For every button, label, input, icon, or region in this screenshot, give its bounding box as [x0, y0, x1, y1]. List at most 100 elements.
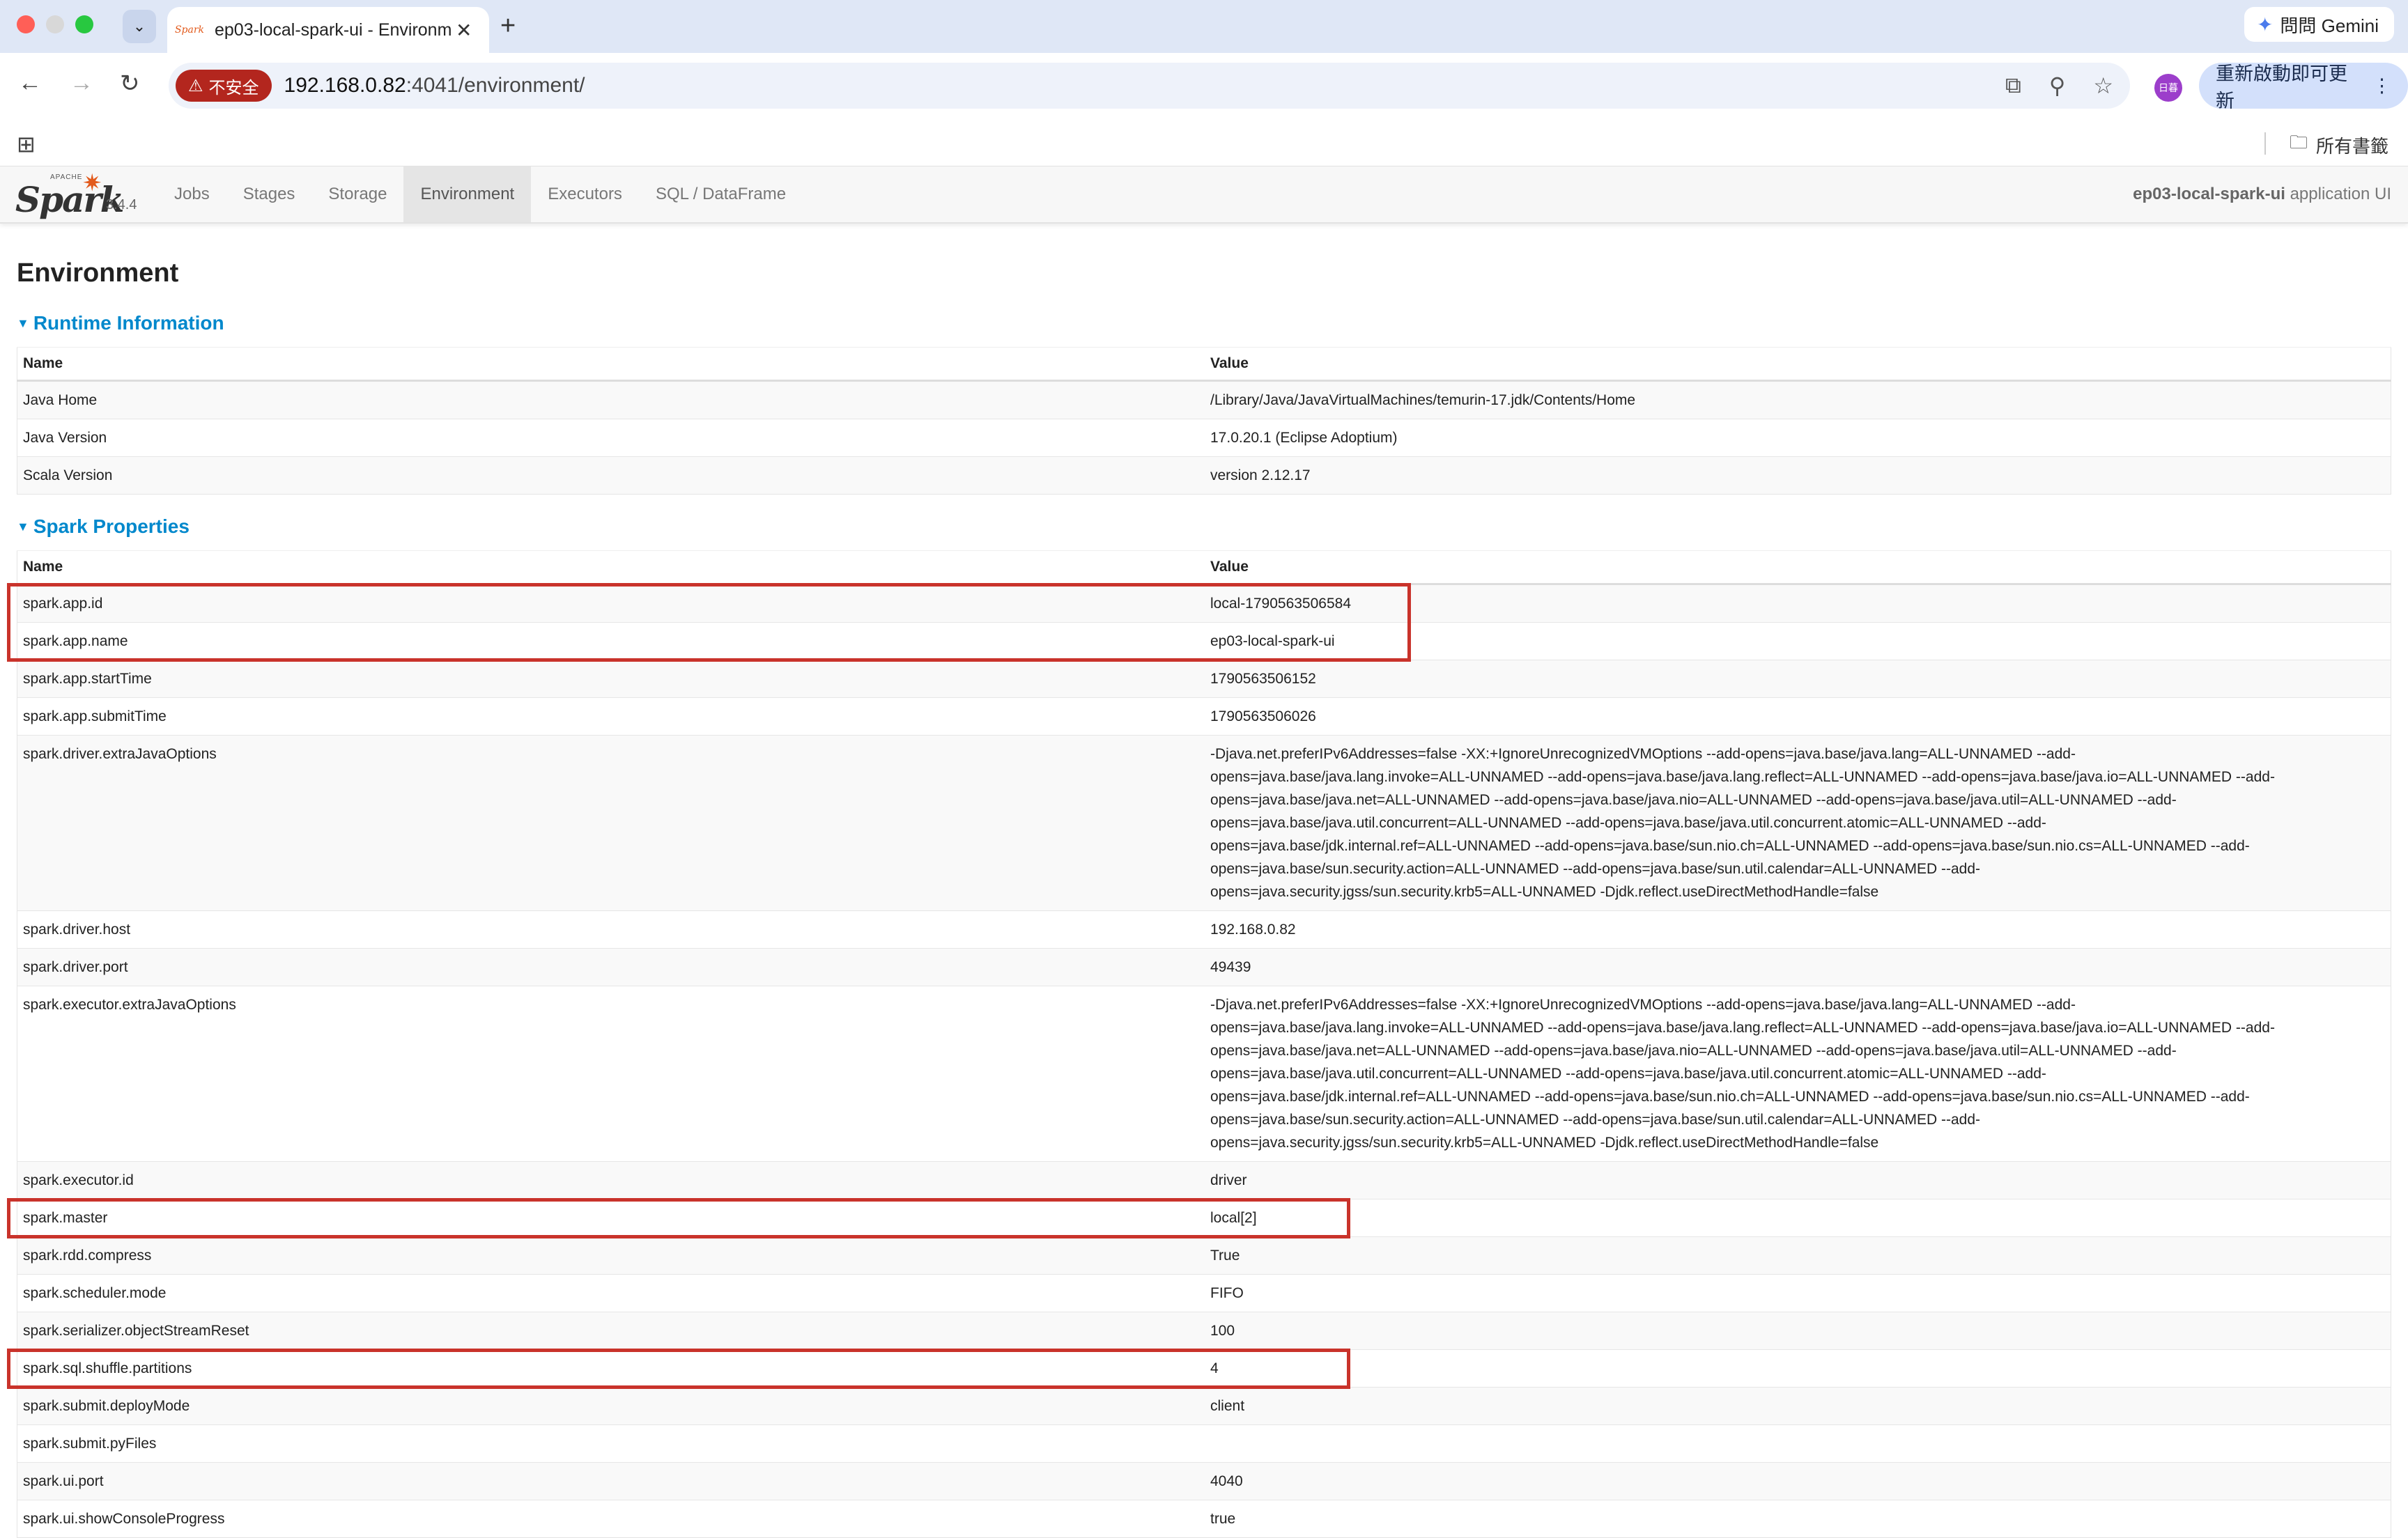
property-name: Java Version: [17, 419, 1205, 457]
property-value: FIFO: [1205, 1274, 2391, 1312]
property-value-line: opens=java.base/java.net=ALL-UNNAMED --a…: [1210, 1043, 2177, 1059]
property-value: 4: [1205, 1349, 2391, 1388]
value-column-header[interactable]: Value: [1205, 550, 2391, 585]
chevron-down-icon: ⌄: [132, 17, 146, 35]
omnibox-actions: ⧉ ⚲ ☆: [2005, 72, 2113, 99]
property-value-line: opens=java.base/java.lang.invoke=ALL-UNN…: [1210, 769, 2275, 785]
nav-tab-executors[interactable]: Executors: [531, 166, 639, 222]
update-label: 重新啟動即可更新: [2216, 63, 2347, 111]
gemini-button[interactable]: ✦ 問問 Gemini: [2244, 7, 2394, 42]
property-value-line: opens=java.base/sun.security.action=ALL-…: [1210, 861, 1980, 877]
translate-icon[interactable]: ⧉: [2005, 72, 2021, 99]
value-column-header[interactable]: Value: [1205, 347, 2391, 382]
property-name: spark.driver.port: [17, 948, 1205, 986]
new-tab-button[interactable]: +: [500, 11, 516, 41]
table-row: Java Version 17.0.20.1 (Eclipse Adoptium): [17, 419, 2391, 457]
tab-search-button[interactable]: ⌄: [123, 10, 156, 43]
property-value: true: [1205, 1500, 2391, 1538]
spark-navbar: APACHE Spark ✷ 3.4.4 Jobs Stages Storage En…: [0, 166, 2408, 224]
runtime-info-rows: Java Home/Library/Java/JavaVirtualMachin…: [17, 380, 2391, 495]
url-bar[interactable]: ⚠ 不安全 192.168.0.82:4041/environment/ ⧉ ⚲…: [169, 63, 2130, 109]
nav-tab-sql-dataframe[interactable]: SQL / DataFrame: [639, 166, 803, 222]
table-row: spark.executor.id driver: [17, 1161, 2391, 1199]
address-bar-row: ← → ↻ ⚠ 不安全 192.168.0.82:4041/environmen…: [0, 53, 2408, 118]
spark-properties-toggle[interactable]: ▼ Spark Properties: [17, 515, 2391, 538]
property-value: local[2]: [1205, 1199, 2391, 1237]
close-icon[interactable]: ✕: [456, 19, 472, 42]
reload-icon[interactable]: ↻: [120, 70, 140, 98]
property-name: spark.rdd.compress: [17, 1236, 1205, 1275]
name-column-header[interactable]: Name: [17, 550, 1205, 585]
url-text[interactable]: 192.168.0.82:4041/environment/: [284, 74, 585, 98]
runtime-info-toggle[interactable]: ▼ Runtime Information: [17, 312, 2391, 334]
highlight-box: [7, 1197, 1350, 1238]
nav-tab-stages[interactable]: Stages: [226, 166, 312, 222]
highlight-box: [7, 582, 1411, 662]
table-row: spark.scheduler.mode FIFO: [17, 1274, 2391, 1312]
caret-down-icon: ▼: [17, 316, 29, 330]
tab-title: ep03-local-spark-ui - Environment: [215, 20, 452, 40]
bookmark-star-icon[interactable]: ☆: [2093, 72, 2113, 99]
update-button[interactable]: 重新啟動即可更新 ⋮: [2199, 63, 2408, 111]
property-value: 192.168.0.82: [1205, 910, 2391, 949]
property-value-line: opens=java.base/sun.security.action=ALL-…: [1210, 1112, 1980, 1128]
table-header-row: Name Value: [17, 347, 2391, 382]
table-row: spark.ui.showConsoleProgress true: [17, 1500, 2391, 1538]
zoom-icon[interactable]: ⚲: [2049, 72, 2065, 99]
nav-tab-jobs[interactable]: Jobs: [157, 166, 226, 222]
table-row: spark.serializer.objectStreamReset 100: [17, 1312, 2391, 1350]
spark-favicon-icon: Spark: [174, 24, 205, 36]
table-row: spark.driver.extraJavaOptions -Djava.net.…: [17, 735, 2391, 911]
back-icon[interactable]: ←: [18, 70, 42, 97]
insecure-label: 不安全: [208, 78, 259, 98]
insecure-badge[interactable]: ⚠ 不安全: [176, 70, 272, 102]
close-window-button[interactable]: [17, 15, 35, 33]
spark-star-icon: ✷: [82, 170, 102, 196]
bookmarks-bar: ⊞ 🗀 所有書籤: [0, 118, 2408, 166]
all-bookmarks-button[interactable]: 🗀 所有書籤: [2290, 130, 2388, 160]
property-value: True: [1205, 1236, 2391, 1275]
spark-logo[interactable]: APACHE Spark ✷: [15, 169, 124, 221]
main-content: Environment ▼ Runtime Information Name V…: [0, 258, 2408, 1538]
table-header-row: Name Value: [17, 550, 2391, 585]
spark-properties-rows: spark.app.id local-1790563506584 spark.app…: [17, 584, 2391, 1538]
all-bookmarks-label: 所有書籤: [2315, 135, 2388, 157]
more-vertical-icon: ⋮: [2372, 75, 2391, 96]
property-value: 49439: [1205, 948, 2391, 986]
property-value: /Library/Java/JavaVirtualMachines/temuri…: [1205, 380, 2391, 419]
property-name: Scala Version: [17, 456, 1205, 495]
apps-grid-icon[interactable]: ⊞: [17, 131, 36, 157]
property-value: -Djava.net.preferIPv6Addresses=false -XX…: [1205, 986, 2391, 1162]
table-row: Scala Version version 2.12.17: [17, 456, 2391, 495]
nav-tab-storage[interactable]: Storage: [311, 166, 403, 222]
property-value: 1790563506152: [1205, 660, 2391, 698]
property-value-line: opens=java.base/java.lang.invoke=ALL-UNN…: [1210, 1020, 2275, 1036]
property-name: spark.submit.pyFiles: [17, 1424, 1205, 1463]
name-column-header[interactable]: Name: [17, 347, 1205, 382]
browser-tab-strip: ⌄ Spark ep03-local-spark-ui - Environmen…: [0, 0, 2408, 53]
spark-properties-table: Name Value spark.app.id local-17905635065…: [17, 550, 2391, 1538]
browser-tab[interactable]: Spark ep03-local-spark-ui - Environment …: [167, 7, 489, 53]
runtime-info-table: Name Value Java Home/Library/Java/JavaVi…: [17, 347, 2391, 495]
property-value-line: opens=java.base/java.net=ALL-UNNAMED --a…: [1210, 792, 2177, 808]
property-value-line: opens=java.base/java.util.concurrent=ALL…: [1210, 1066, 2046, 1082]
property-name: spark.app.startTime: [17, 660, 1205, 698]
folder-icon: 🗀: [2289, 132, 2308, 153]
property-value-line: -Djava.net.preferIPv6Addresses=false -XX…: [1210, 746, 2076, 762]
minimize-window-button[interactable]: [46, 15, 64, 33]
table-row: spark.submit.pyFiles: [17, 1424, 2391, 1463]
property-value-line: opens=java.base/java.util.concurrent=ALL…: [1210, 815, 2046, 831]
window-controls: [17, 15, 93, 33]
property-value-line: -Djava.net.preferIPv6Addresses=false -XX…: [1210, 997, 2076, 1013]
page-title: Environment: [17, 258, 179, 288]
property-value: 17.0.20.1 (Eclipse Adoptium): [1205, 419, 2391, 457]
property-value: 1790563506026: [1205, 697, 2391, 736]
maximize-window-button[interactable]: [75, 15, 93, 33]
property-name: spark.scheduler.mode: [17, 1274, 1205, 1312]
gemini-label: 問問 Gemini: [2280, 15, 2379, 36]
forward-icon[interactable]: →: [70, 70, 93, 97]
url-host: 192.168.0.82: [284, 74, 406, 97]
nav-tab-environment[interactable]: Environment: [403, 166, 532, 222]
avatar[interactable]: 日暮: [2154, 74, 2182, 102]
runtime-info-header: Runtime Information: [33, 312, 224, 334]
